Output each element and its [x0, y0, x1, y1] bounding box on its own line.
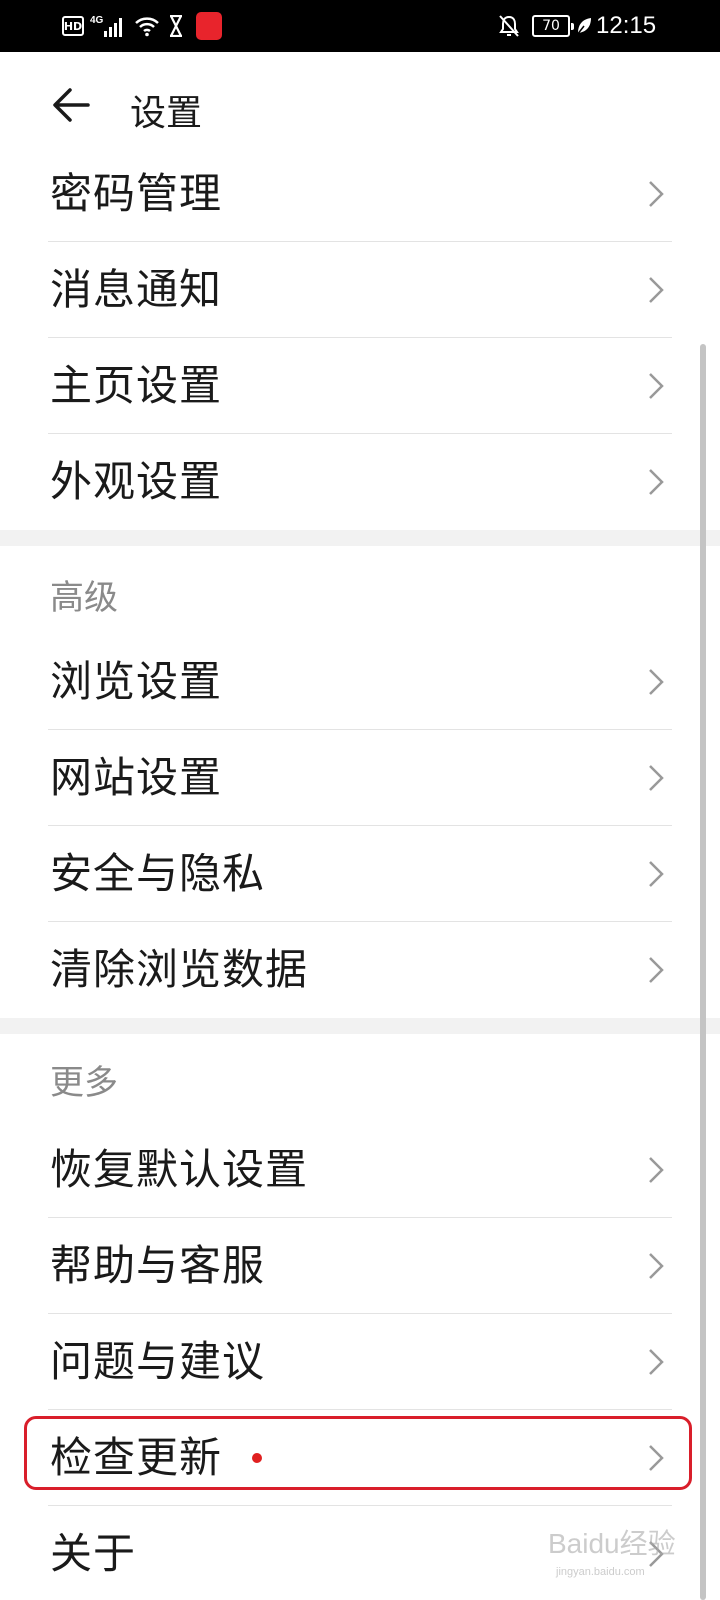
- settings-item-label: 帮助与客服: [50, 1241, 266, 1290]
- watermark-url: jingyan.baidu.com: [556, 1566, 645, 1578]
- chevron-right-icon: [649, 277, 664, 303]
- watermark: Baidu经验: [548, 1528, 676, 1559]
- settings-item-feedback[interactable]: 问题与建议: [0, 1314, 720, 1410]
- clock: 12:15: [596, 12, 657, 39]
- signal-icon: 4G: [90, 0, 128, 52]
- power-saving-leaf-icon: [575, 0, 593, 52]
- chevron-right-icon: [649, 1253, 664, 1279]
- back-arrow-icon[interactable]: [48, 82, 94, 128]
- status-bar: HD 4G 70 12:15: [0, 0, 720, 52]
- settings-item-security-privacy[interactable]: 安全与隐私: [0, 826, 720, 922]
- settings-item-label: 问题与建议: [50, 1337, 266, 1386]
- settings-item-label: 浏览设置: [50, 657, 223, 706]
- wifi-icon: [134, 0, 160, 52]
- settings-item-browsing[interactable]: 浏览设置: [0, 634, 720, 730]
- settings-item-site[interactable]: 网站设置: [0, 730, 720, 826]
- mute-bell-icon: [498, 0, 520, 52]
- chevron-right-icon: [649, 469, 664, 495]
- settings-item-label: 主页设置: [50, 361, 223, 410]
- chevron-right-icon: [649, 373, 664, 399]
- chevron-right-icon: [649, 1157, 664, 1183]
- chevron-right-icon: [649, 957, 664, 983]
- app-notification-icon: [196, 12, 222, 40]
- page-title: 设置: [130, 93, 203, 134]
- settings-item-notifications[interactable]: 消息通知: [0, 242, 720, 338]
- settings-item-label: 清除浏览数据: [50, 945, 309, 994]
- battery-icon: 70: [532, 15, 574, 37]
- settings-item-label: 网站设置: [50, 753, 223, 802]
- settings-item-label: 恢复默认设置: [50, 1145, 309, 1194]
- section-title-more: 更多: [50, 1063, 118, 1103]
- settings-item-label: 密码管理: [50, 169, 223, 218]
- hourglass-icon: [168, 0, 184, 52]
- settings-item-label: 外观设置: [50, 457, 223, 506]
- section-divider: [0, 530, 720, 546]
- chevron-right-icon: [649, 1349, 664, 1375]
- hd-icon: HD: [62, 16, 84, 36]
- settings-item-appearance[interactable]: 外观设置: [0, 434, 720, 530]
- settings-item-homepage[interactable]: 主页设置: [0, 338, 720, 434]
- chevron-right-icon: [649, 181, 664, 207]
- settings-item-help-support[interactable]: 帮助与客服: [0, 1218, 720, 1314]
- settings-item-label: 消息通知: [50, 265, 223, 314]
- scrollbar[interactable]: [700, 344, 706, 1600]
- chevron-right-icon: [649, 669, 664, 695]
- settings-item-password[interactable]: 密码管理: [0, 146, 720, 242]
- settings-item-label: 关于: [50, 1529, 137, 1578]
- section-divider: [0, 1018, 720, 1034]
- chevron-right-icon: [649, 765, 664, 791]
- chevron-right-icon: [649, 861, 664, 887]
- settings-item-restore-defaults[interactable]: 恢复默认设置: [0, 1122, 720, 1218]
- settings-item-clear-data[interactable]: 清除浏览数据: [0, 922, 720, 1018]
- section-title-advanced: 高级: [50, 578, 118, 618]
- network-type: 4G: [90, 15, 104, 26]
- highlight-box: [24, 1416, 692, 1490]
- settings-item-label: 安全与隐私: [50, 849, 266, 898]
